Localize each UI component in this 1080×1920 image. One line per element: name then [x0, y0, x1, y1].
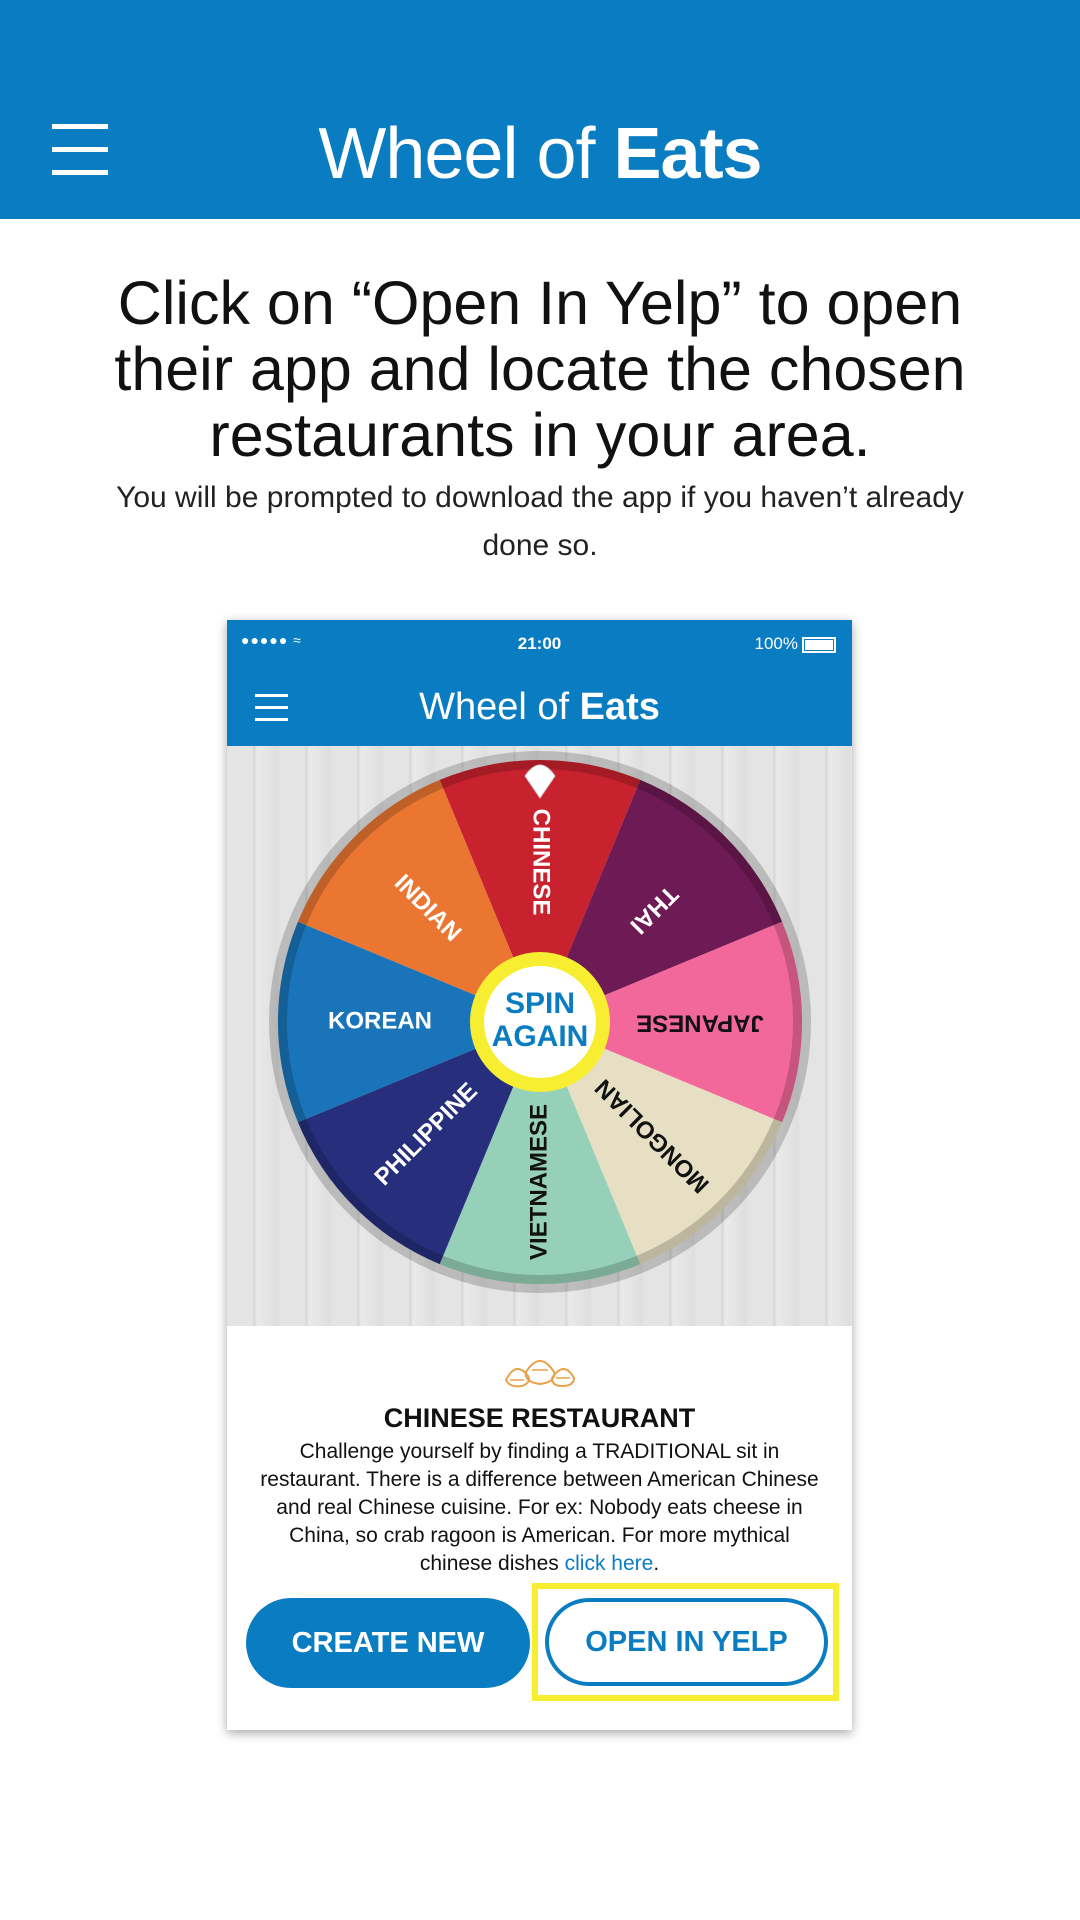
battery-icon: [802, 636, 836, 653]
spin-again-button[interactable]: SPIN AGAIN: [470, 952, 610, 1092]
result-description: Challenge yourself by finding a TRADITIO…: [257, 1438, 822, 1578]
battery-percent: 100%: [754, 634, 798, 653]
wheel-label-vietnamese: VIETNAMESE: [525, 1104, 552, 1260]
top-app-bar: Wheel of Eats: [0, 0, 1080, 219]
instruction-subline: You will be prompted to download the app…: [116, 481, 964, 562]
result-body-text: Challenge yourself by finding a TRADITIO…: [260, 1440, 819, 1575]
phone-title-prefix: Wheel of: [419, 686, 580, 728]
phone-mockup: ●●●●● ≈ 21:00 100% Wheel of Eats CHINESE…: [227, 620, 852, 1730]
wheel-label-korean: KOREAN: [328, 1007, 432, 1034]
spin-wheel[interactable]: CHINESE THAIJAPANESEMONGOLIANVIETNAMESEPH…: [227, 746, 852, 1326]
phone-app-title: Wheel of Eats: [227, 685, 852, 729]
spin-label-line1: SPIN: [505, 987, 575, 1020]
wheel-label-japanese: JAPANESE: [636, 1010, 764, 1037]
click-here-link[interactable]: click here: [565, 1552, 654, 1575]
phone-title-bold: Eats: [579, 686, 660, 728]
result-body-end: .: [653, 1552, 660, 1575]
app-title: Wheel of Eats: [0, 110, 1080, 198]
open-in-yelp-button[interactable]: OPEN IN YELP: [545, 1598, 828, 1686]
result-title: CHINESE RESTAURANT: [383, 1403, 696, 1433]
app-title-bold: Eats: [613, 114, 763, 194]
instruction-headline: Click on “Open In Yelp” to open their ap…: [114, 269, 966, 469]
dumplings-icon: [504, 1360, 576, 1388]
app-title-prefix: Wheel of: [318, 114, 614, 194]
wheel-label-chinese: CHINESE: [528, 809, 555, 916]
battery-status: 100%: [755, 634, 836, 654]
status-bar: ●●●●● ≈ 21:00 100%: [227, 620, 852, 668]
spin-label-line2: AGAIN: [492, 1020, 589, 1053]
phone-nav-bar: Wheel of Eats: [227, 668, 852, 746]
create-new-button[interactable]: CREATE NEW: [246, 1598, 530, 1688]
wheel-area: CHINESE THAI JAPANESE MONGOLIAN VIETNAMESE PH…: [227, 746, 852, 1326]
